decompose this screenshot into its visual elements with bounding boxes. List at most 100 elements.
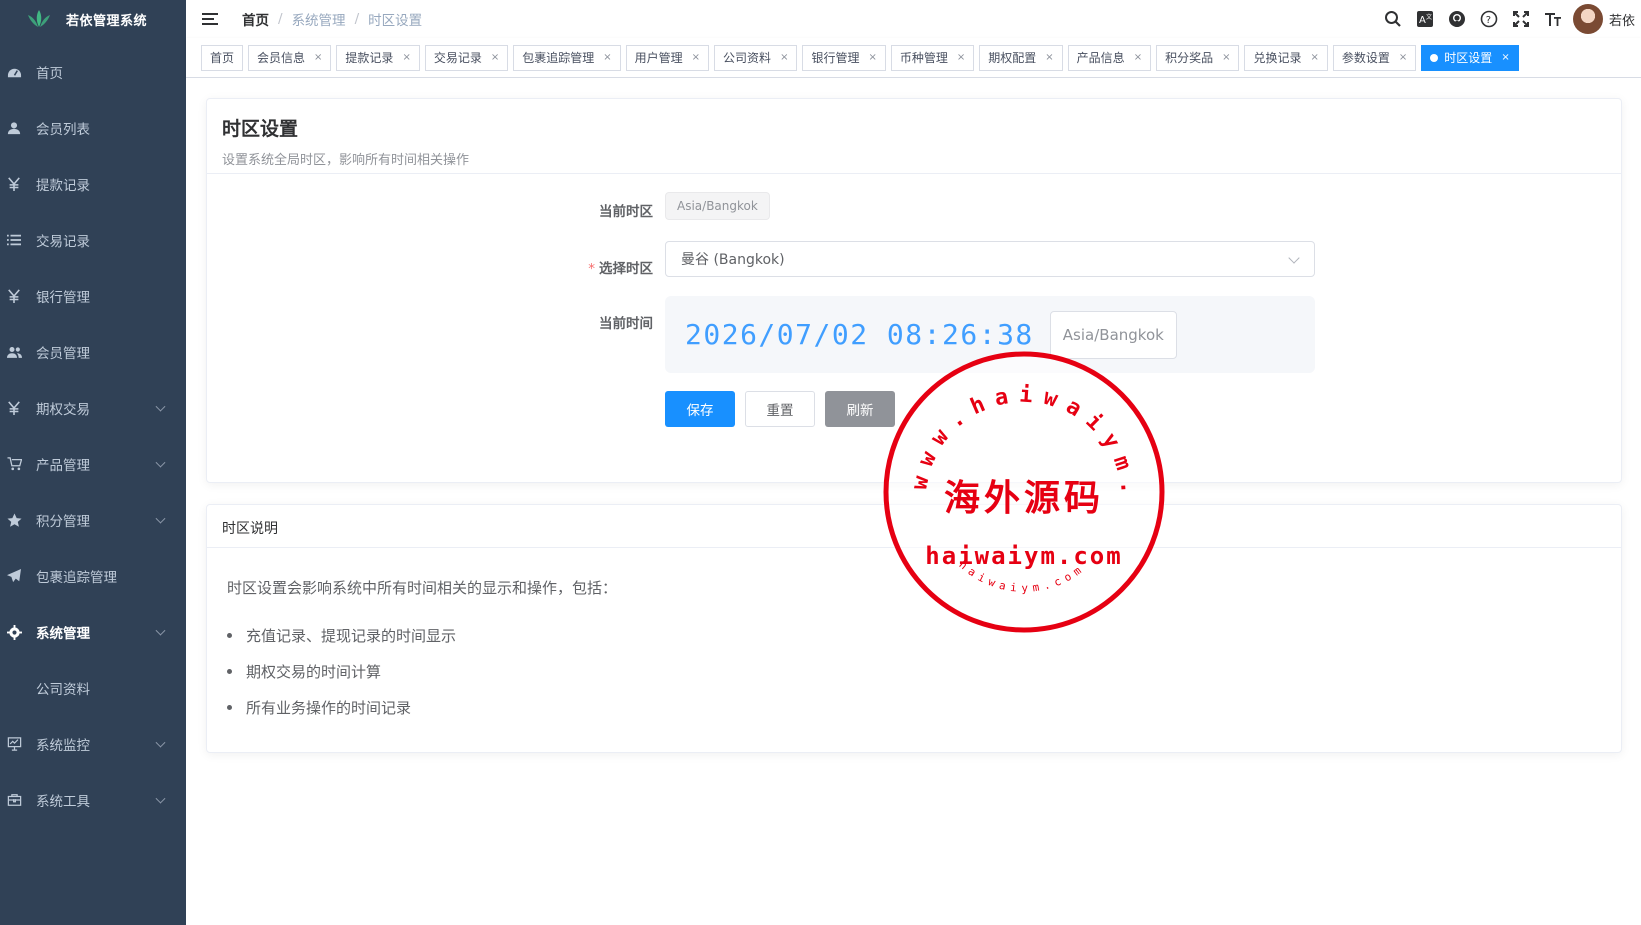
close-icon[interactable]: × bbox=[1045, 52, 1053, 63]
tab-15[interactable]: 时区设置 × bbox=[1421, 44, 1519, 71]
sidebar-item-8[interactable]: 产品管理 bbox=[0, 436, 186, 492]
list-item: 所有业务操作的时间记录 bbox=[227, 689, 456, 725]
sidebar-item-6[interactable]: 会员管理 bbox=[0, 324, 186, 380]
sidebar-item-label: 首页 bbox=[36, 66, 63, 82]
refresh-button[interactable]: 刷新 bbox=[825, 391, 895, 427]
list-item: 期权交易的时间计算 bbox=[227, 653, 456, 689]
close-icon[interactable]: × bbox=[1399, 52, 1407, 63]
hamburger-icon[interactable] bbox=[202, 8, 224, 30]
save-button[interactable]: 保存 bbox=[665, 391, 735, 427]
tab-2[interactable]: 会员信息 × bbox=[248, 44, 332, 71]
close-icon[interactable]: × bbox=[957, 52, 965, 63]
current-time-box: 2026/07/02 08:26:38 Asia/Bangkok bbox=[665, 296, 1315, 373]
help-icon[interactable]: ? bbox=[1479, 9, 1499, 29]
tab-9[interactable]: 币种管理 × bbox=[890, 44, 975, 71]
chevron-down-icon bbox=[155, 793, 166, 804]
close-icon[interactable]: × bbox=[1311, 52, 1319, 63]
chevron-down-icon bbox=[155, 625, 166, 636]
logo[interactable]: 若依管理系统 bbox=[0, 0, 186, 38]
close-icon[interactable]: × bbox=[1222, 52, 1230, 63]
sidebar-item-14[interactable]: 系统工具 bbox=[0, 772, 186, 828]
sidebar-item-11[interactable]: 系统管理 bbox=[0, 604, 186, 660]
breadcrumb-home[interactable]: 首页 bbox=[242, 9, 269, 29]
tab-6[interactable]: 用户管理 × bbox=[625, 44, 710, 71]
tab-10[interactable]: 期权配置 × bbox=[979, 44, 1063, 71]
tab-5[interactable]: 包裹追踪管理 × bbox=[513, 44, 621, 71]
avatar[interactable] bbox=[1572, 4, 1603, 34]
form-labels: 当前时区 * 选择时区 当前时间 bbox=[207, 99, 653, 482]
sidebar-item-1[interactable]: 首页 bbox=[0, 44, 186, 100]
close-icon[interactable]: × bbox=[780, 52, 788, 63]
timezone-select[interactable]: 曼谷 (Bangkok) bbox=[665, 241, 1315, 277]
sidebar-item-5[interactable]: 银行管理 bbox=[0, 268, 186, 324]
breadcrumb-current: 时区设置 bbox=[368, 13, 423, 29]
font-size-icon[interactable] bbox=[1543, 9, 1563, 29]
close-icon[interactable]: × bbox=[1501, 52, 1509, 63]
tab-label: 首页 bbox=[210, 51, 235, 65]
star-icon bbox=[6, 512, 22, 528]
tab-13[interactable]: 兑换记录 × bbox=[1244, 44, 1328, 71]
sidebar-item-9[interactable]: 积分管理 bbox=[0, 492, 186, 548]
list-icon bbox=[6, 232, 22, 248]
tab-label: 积分奖品 bbox=[1165, 51, 1214, 65]
tab-7[interactable]: 公司资料 × bbox=[714, 44, 798, 71]
tab-3[interactable]: 提款记录 × bbox=[336, 44, 420, 71]
tab-4[interactable]: 交易记录 × bbox=[424, 44, 509, 71]
translate-icon[interactable]: A文 bbox=[1415, 9, 1435, 29]
close-icon[interactable]: × bbox=[314, 52, 322, 63]
tab-label: 时区设置 bbox=[1444, 51, 1493, 65]
tab-14[interactable]: 参数设置 × bbox=[1332, 44, 1417, 71]
tab-8[interactable]: 银行管理 × bbox=[802, 44, 886, 71]
sidebar-item-label: 包裹追踪管理 bbox=[36, 570, 117, 586]
reset-button[interactable]: 重置 bbox=[745, 391, 815, 427]
tab-1[interactable]: 首页 bbox=[201, 44, 244, 71]
timezone-explain-card: 时区说明 时区设置会影响系统中所有时间相关的显示和操作，包括： 充值记录、提现记… bbox=[206, 504, 1622, 753]
close-icon[interactable]: × bbox=[603, 52, 611, 63]
sidebar-item-10[interactable]: 包裹追踪管理 bbox=[0, 548, 186, 604]
tab-label: 期权配置 bbox=[988, 51, 1037, 65]
sidebar-item-12[interactable]: 公司资料 bbox=[0, 660, 186, 716]
svg-text:?: ? bbox=[1486, 15, 1491, 26]
search-icon[interactable] bbox=[1383, 9, 1403, 29]
explain-header: 时区说明 bbox=[207, 505, 1621, 548]
close-icon[interactable]: × bbox=[491, 52, 499, 63]
yen-icon bbox=[6, 176, 22, 192]
fullscreen-icon[interactable] bbox=[1511, 9, 1531, 29]
tab-11[interactable]: 产品信息 × bbox=[1067, 44, 1152, 71]
app-title: 若依管理系统 bbox=[66, 13, 148, 29]
toolbox-icon bbox=[6, 792, 22, 808]
tab-label: 产品信息 bbox=[1076, 51, 1125, 65]
explain-intro: 时区设置会影响系统中所有时间相关的显示和操作，包括： bbox=[227, 579, 618, 597]
tab-12[interactable]: 积分奖品 × bbox=[1156, 44, 1240, 71]
required-mark: * bbox=[588, 261, 595, 277]
active-dot-icon bbox=[1430, 53, 1439, 62]
explain-title: 时区说明 bbox=[222, 521, 278, 537]
tab-label: 银行管理 bbox=[811, 51, 860, 65]
current-time-label: 当前时间 bbox=[599, 316, 653, 332]
sidebar-item-label: 产品管理 bbox=[36, 458, 90, 474]
sidebar-item-4[interactable]: 交易记录 bbox=[0, 212, 186, 268]
github-icon[interactable] bbox=[1447, 9, 1467, 29]
sidebar: 若依管理系统 首页会员列表 提款记录 交易记录 银行管理 会员管理 期权交易产品管理积分管… bbox=[0, 0, 186, 925]
navbar: 首页 / 系统管理 / 时区设置 A文 ? 若依 bbox=[186, 0, 1641, 38]
sidebar-item-label: 系统管理 bbox=[36, 626, 90, 642]
sidebar-item-3[interactable]: 提款记录 bbox=[0, 156, 186, 212]
tab-label: 交易记录 bbox=[433, 51, 482, 65]
sidebar-item-label: 公司资料 bbox=[36, 682, 90, 698]
close-icon[interactable]: × bbox=[692, 52, 700, 63]
timezone-settings-card: 时区设置 设置系统全局时区，影响所有时间相关操作 当前时区 * 选择时区 当前时间… bbox=[206, 98, 1622, 483]
user-name[interactable]: 若依 bbox=[1609, 10, 1635, 29]
tab-label: 会员信息 bbox=[257, 51, 306, 65]
chevron-down-icon bbox=[155, 457, 166, 468]
breadcrumb: 首页 / 系统管理 / 时区设置 bbox=[242, 9, 422, 29]
close-icon[interactable]: × bbox=[402, 52, 410, 63]
send-icon bbox=[6, 568, 22, 584]
chevron-down-icon bbox=[155, 513, 166, 524]
sidebar-item-7[interactable]: 期权交易 bbox=[0, 380, 186, 436]
sidebar-item-2[interactable]: 会员列表 bbox=[0, 100, 186, 156]
dashboard-icon bbox=[6, 64, 22, 80]
close-icon[interactable]: × bbox=[868, 52, 876, 63]
sidebar-item-13[interactable]: 系统监控 bbox=[0, 716, 186, 772]
close-icon[interactable]: × bbox=[1134, 52, 1142, 63]
breadcrumb-system: 系统管理 bbox=[291, 13, 346, 29]
